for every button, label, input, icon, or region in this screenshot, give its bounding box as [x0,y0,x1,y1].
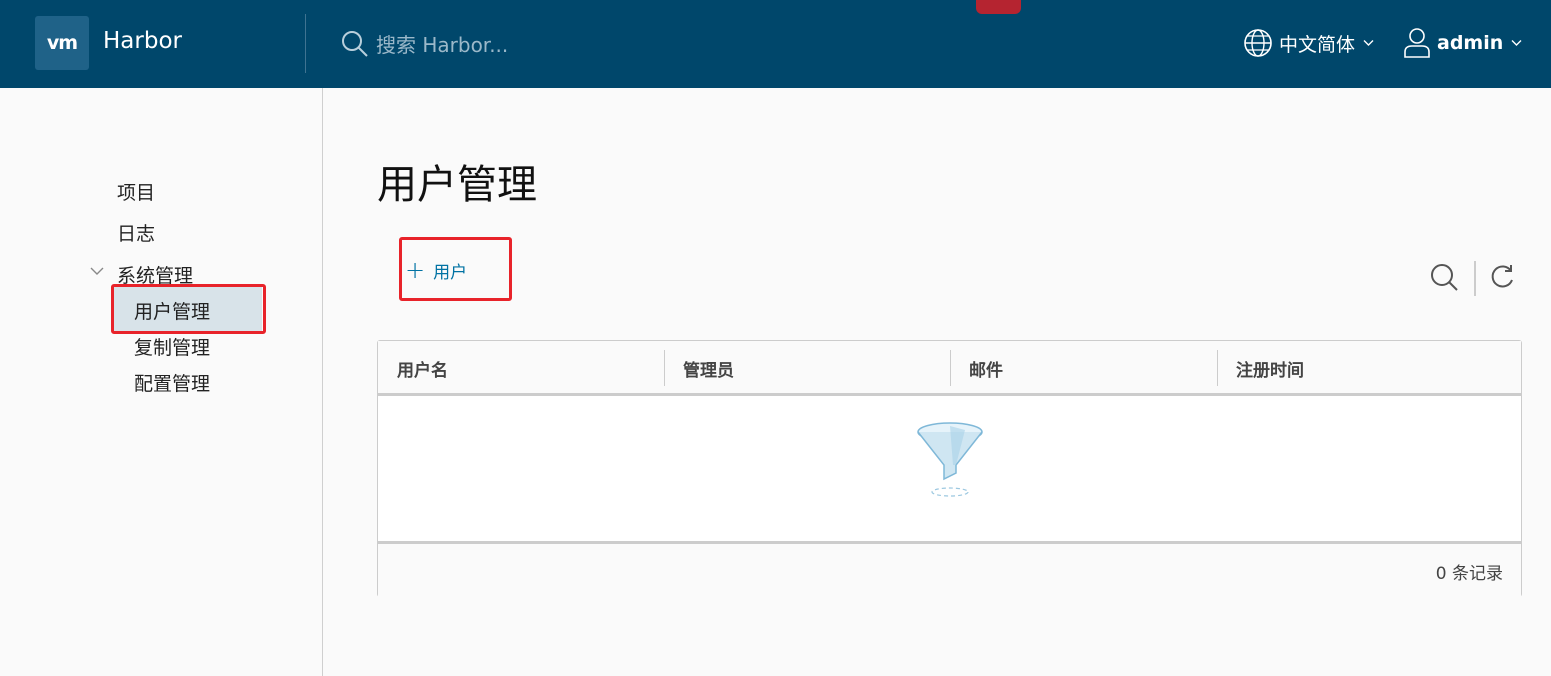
chevron-down-icon [1511,40,1522,46]
app-title[interactable]: Harbor [103,28,182,54]
table-header: 用户名 管理员 邮件 注册时间 [378,341,1521,396]
notification-tab[interactable] [976,0,1021,14]
column-header-registration-time[interactable]: 注册时间 [1217,341,1517,396]
globe-icon [1244,29,1272,57]
table-footer: 0 条记录 [378,541,1521,597]
highlight-box-add [399,237,512,301]
chevron-down-icon[interactable] [90,266,104,276]
sidebar-item-configuration-management[interactable]: 配置管理 [134,369,210,396]
sidebar: 项目 日志 系统管理 用户管理 复制管理 配置管理 [0,88,323,676]
chevron-down-icon [1363,40,1374,46]
language-selector[interactable]: 中文简体 [1243,27,1374,59]
column-header-admin[interactable]: 管理员 [664,341,950,396]
logo-text: vm [46,32,78,54]
toolbar-divider [1474,261,1476,296]
sidebar-item-projects[interactable]: 项目 [117,178,155,205]
user-menu[interactable]: admin [1403,27,1522,59]
users-datagrid: 用户名 管理员 邮件 注册时间 0 条记录 [377,340,1522,597]
global-search-input[interactable] [376,30,736,60]
refresh-icon[interactable] [1487,262,1517,292]
empty-filter-icon [917,422,983,497]
record-count: 0 条记录 [1435,564,1503,584]
search-icon[interactable] [1429,262,1461,294]
column-header-username[interactable]: 用户名 [378,341,664,396]
username: admin [1437,32,1504,54]
column-header-email[interactable]: 邮件 [950,341,1217,396]
user-icon [1404,28,1430,58]
page-title: 用户管理 [377,162,537,208]
language-label: 中文简体 [1279,33,1356,56]
header-divider [305,14,306,73]
highlight-box-nav [111,284,266,334]
top-header: vm Harbor 中文简体 admin [0,0,1551,88]
sidebar-item-logs[interactable]: 日志 [117,219,155,246]
sidebar-item-replication-management[interactable]: 复制管理 [134,333,210,360]
search-icon[interactable] [341,30,369,58]
vmware-logo[interactable]: vm [35,16,89,70]
